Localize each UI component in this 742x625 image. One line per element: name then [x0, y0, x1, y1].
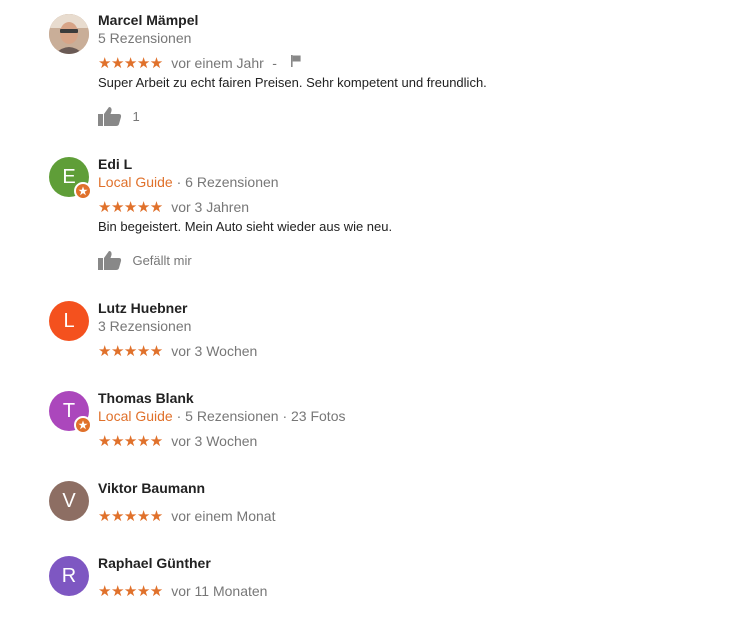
- review-date: vor 3 Wochen: [171, 343, 258, 359]
- review-date: vor einem Monat: [171, 508, 276, 524]
- review-text: Super Arbeit zu echt fairen Preisen. Seh…: [98, 75, 487, 90]
- reviewer-meta: 3 Rezensionen: [98, 318, 191, 334]
- review-text: Bin begeistert. Mein Auto sieht wieder a…: [98, 219, 393, 234]
- rating-stars: ★★★★★: [98, 55, 163, 72]
- review-count: · 6 Rezensionen: [172, 174, 279, 190]
- reviewer-name[interactable]: Thomas Blank: [98, 390, 194, 406]
- rating-line: ★★★★★ vor 3 Jahren: [98, 198, 250, 216]
- rating-stars: ★★★★★: [98, 199, 163, 216]
- review-date: vor 11 Monaten: [171, 583, 268, 599]
- local-guide-badge-icon: [74, 416, 92, 434]
- like-button[interactable]: 1: [98, 106, 140, 126]
- avatar-letter: L: [63, 310, 75, 332]
- avatar-letter: E: [62, 166, 76, 188]
- rating-stars: ★★★★★: [98, 433, 163, 450]
- avatar[interactable]: R: [49, 556, 89, 596]
- review-date: vor einem Jahr: [171, 55, 264, 71]
- reviewer-meta: 5 Rezensionen: [98, 30, 191, 46]
- rating-stars: ★★★★★: [98, 508, 163, 525]
- reviewer-meta: Local Guide · 5 Rezensionen · 23 Fotos: [98, 408, 345, 424]
- avatar[interactable]: E: [49, 157, 92, 200]
- rating-line: ★★★★★ vor einem Monat: [98, 507, 276, 525]
- review-count: · 5 Rezensionen · 23 Fotos: [172, 408, 346, 424]
- separator-dash: -: [272, 55, 277, 71]
- local-guide-badge-icon: [74, 182, 92, 200]
- reviewer-name[interactable]: Edi L: [98, 156, 132, 172]
- flag-icon[interactable]: [291, 54, 301, 72]
- rating-line: ★★★★★ vor einem Jahr -: [98, 54, 301, 72]
- review-date: vor 3 Jahren: [171, 199, 250, 215]
- reviewer-name[interactable]: Viktor Baumann: [98, 480, 205, 496]
- avatar-photo-icon: [49, 14, 89, 54]
- like-count: 1: [132, 108, 140, 124]
- rating-line: ★★★★★ vor 3 Wochen: [98, 342, 258, 360]
- avatar[interactable]: L: [49, 301, 89, 341]
- avatar[interactable]: [49, 14, 89, 54]
- reviewer-meta: Local Guide · 6 Rezensionen: [98, 174, 279, 190]
- reviewer-name[interactable]: Raphael Günther: [98, 555, 211, 571]
- reviewer-name[interactable]: Marcel Mämpel: [98, 12, 198, 28]
- like-label: Gefällt mir: [132, 252, 192, 268]
- thumbs-up-icon: [98, 251, 122, 270]
- local-guide-label: Local Guide: [98, 174, 173, 190]
- avatar-letter: V: [62, 490, 76, 512]
- local-guide-label: Local Guide: [98, 408, 173, 424]
- avatar-letter: R: [61, 565, 77, 587]
- avatar[interactable]: V: [49, 481, 89, 521]
- review-count: 3 Rezensionen: [98, 318, 192, 334]
- review-date: vor 3 Wochen: [171, 433, 258, 449]
- rating-stars: ★★★★★: [98, 583, 163, 600]
- avatar-letter: T: [62, 400, 76, 422]
- review-count: 5 Rezensionen: [98, 30, 192, 46]
- thumbs-up-icon: [98, 107, 122, 126]
- avatar[interactable]: T: [49, 391, 92, 434]
- rating-line: ★★★★★ vor 11 Monaten: [98, 582, 268, 600]
- rating-line: ★★★★★ vor 3 Wochen: [98, 432, 258, 450]
- reviewer-name[interactable]: Lutz Huebner: [98, 300, 187, 316]
- rating-stars: ★★★★★: [98, 343, 163, 360]
- like-button[interactable]: Gefällt mir: [98, 250, 192, 270]
